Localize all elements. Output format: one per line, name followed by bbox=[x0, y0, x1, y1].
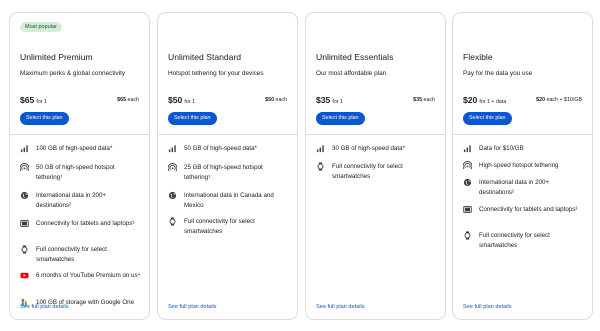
feature-text: Full connectivity for select smartwatche… bbox=[479, 232, 550, 249]
divider bbox=[306, 134, 445, 135]
globe-icon bbox=[168, 191, 177, 200]
plan-subtitle: Maximum perks & global connectivity bbox=[20, 70, 126, 77]
each-price: $50 each bbox=[265, 97, 287, 103]
plan-title: Unlimited Premium bbox=[20, 52, 93, 62]
feature-text: High-speed hotspot tethering bbox=[479, 162, 559, 169]
each-amount: $50 bbox=[265, 97, 275, 103]
hotspot-icon bbox=[463, 161, 472, 170]
tablet-icon bbox=[463, 206, 472, 213]
tablet-icon bbox=[20, 220, 29, 227]
see-full-plan-details-link[interactable]: See full plan details bbox=[463, 304, 512, 310]
feature-text: 50 GB of high-speed data* bbox=[184, 145, 257, 152]
feature-text: Full connectivity for select smartwatche… bbox=[36, 246, 107, 263]
select-plan-button[interactable]: Select this plan bbox=[168, 112, 217, 125]
hotspot-icon bbox=[20, 163, 29, 172]
each-amount: $65 bbox=[117, 97, 127, 103]
select-plan-button[interactable]: Select this plan bbox=[316, 112, 365, 125]
signal-bars-icon bbox=[20, 145, 28, 153]
select-plan-button[interactable]: Select this plan bbox=[463, 112, 512, 125]
each-amount: $35 bbox=[413, 97, 423, 103]
select-plan-button[interactable]: Select this plan bbox=[20, 112, 69, 125]
price-amount: $65 bbox=[20, 95, 35, 105]
feature-text: Connectivity for tablets and laptops³ bbox=[479, 206, 578, 213]
plan-title: Unlimited Essentials bbox=[316, 52, 394, 62]
signal-bars-icon bbox=[168, 145, 176, 153]
hotspot-icon bbox=[168, 163, 177, 172]
feature-text: Data for $10/GB bbox=[479, 145, 524, 152]
divider bbox=[453, 134, 592, 135]
plan-card-unlimited-essentials: Unlimited Essentials Our most affordable… bbox=[305, 12, 446, 320]
see-full-plan-details-link[interactable]: See full plan details bbox=[168, 304, 217, 310]
youtube-icon bbox=[20, 272, 29, 279]
feature-text: Full connectivity for select smartwatche… bbox=[184, 218, 255, 235]
plan-subtitle: Our most affordable plan bbox=[316, 70, 387, 77]
each-price: $35 each bbox=[413, 97, 435, 103]
signal-bars-icon bbox=[316, 145, 324, 153]
feature-text: 30 GB of high-speed data* bbox=[332, 145, 405, 152]
price-suffix: for 1 bbox=[332, 99, 343, 105]
smartwatch-icon bbox=[169, 217, 176, 226]
see-full-plan-details-link[interactable]: See full plan details bbox=[316, 304, 365, 310]
feature-text: Full connectivity for select smartwatche… bbox=[332, 163, 403, 180]
feature-text: 50 GB of high-speed hotspot tethering¹ bbox=[36, 164, 115, 181]
signal-bars-icon bbox=[463, 145, 471, 153]
price-suffix: for 1 bbox=[184, 99, 195, 105]
each-suffix: each + $10/GB bbox=[546, 97, 583, 103]
price-suffix: for 1 bbox=[36, 99, 47, 105]
price-amount: $50 bbox=[168, 95, 183, 105]
feature-text: 25 GB of high-speed hotspot tethering¹ bbox=[184, 164, 263, 181]
most-popular-badge: Most popular bbox=[20, 22, 62, 32]
plan-card-flexible: Flexible Pay for the data you use $20 for… bbox=[452, 12, 593, 320]
plan-price: $20 for 1 + data bbox=[463, 95, 506, 105]
plan-card-unlimited-standard: Unlimited Standard Hotspot tethering for… bbox=[157, 12, 298, 320]
plan-card-unlimited-premium: Most popular Unlimited Premium Maximum p… bbox=[9, 12, 150, 320]
each-price: $65 each bbox=[117, 97, 139, 103]
each-amount: $20 bbox=[536, 97, 546, 103]
feature-text: International data in Canada and Mexico bbox=[184, 192, 274, 209]
price-amount: $35 bbox=[316, 95, 331, 105]
divider bbox=[10, 134, 149, 135]
plan-price: $35 for 1 bbox=[316, 95, 343, 105]
price-suffix: for 1 + data bbox=[479, 99, 507, 105]
feature-text: Connectivity for tablets and laptops³ bbox=[36, 220, 135, 227]
plan-title: Flexible bbox=[463, 52, 493, 62]
each-price: $20 each + $10/GB bbox=[536, 97, 582, 103]
smartwatch-icon bbox=[317, 162, 324, 171]
each-suffix: each bbox=[275, 97, 288, 103]
feature-text: International data in 200+ destinations² bbox=[479, 179, 550, 196]
plan-title: Unlimited Standard bbox=[168, 52, 242, 62]
price-amount: $20 bbox=[463, 95, 478, 105]
globe-icon bbox=[20, 191, 29, 200]
feature-text: 6 months of YouTube Premium on us⁴ bbox=[36, 272, 141, 279]
divider bbox=[158, 134, 297, 135]
feature-text: 100 GB of high-speed data* bbox=[36, 145, 113, 152]
globe-icon bbox=[463, 178, 472, 187]
each-suffix: each bbox=[127, 97, 140, 103]
plan-subtitle: Pay for the data you use bbox=[463, 70, 533, 77]
see-full-plan-details-link[interactable]: See full plan details bbox=[20, 304, 69, 310]
smartwatch-icon bbox=[21, 245, 28, 254]
feature-text: International data in 200+ destinations² bbox=[36, 192, 107, 209]
smartwatch-icon bbox=[464, 231, 471, 240]
each-suffix: each bbox=[423, 97, 436, 103]
plan-price: $50 for 1 bbox=[168, 95, 195, 105]
plan-subtitle: Hotspot tethering for your devices bbox=[168, 70, 264, 77]
plan-price: $65 for 1 bbox=[20, 95, 47, 105]
